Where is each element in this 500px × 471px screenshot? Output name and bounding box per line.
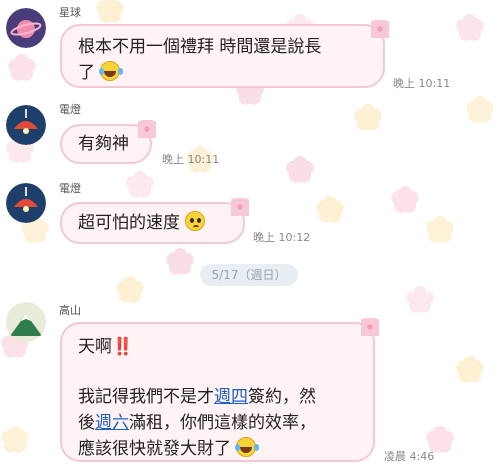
- grinning-squinting-tears-emoji: [99, 61, 121, 81]
- lamp-icon: [6, 183, 46, 223]
- message-bubble[interactable]: 超可怕的速度: [60, 198, 249, 244]
- message-bubble[interactable]: 有夠神: [60, 120, 156, 164]
- flower-decoration-icon: [231, 198, 249, 216]
- flower-decoration-icon: [138, 120, 156, 138]
- message-text: 根本不用一個禮拜 時間還是說長: [78, 37, 322, 57]
- message-text: 超可怕的速度: [78, 213, 180, 233]
- avatar-lamp[interactable]: [6, 183, 46, 223]
- message-text: 了: [78, 63, 95, 83]
- message-bubble[interactable]: 根本不用一個禮拜 時間還是說長 了: [60, 20, 389, 88]
- flower-decoration-icon: [361, 318, 379, 336]
- timestamp: 凌晨 4:46: [384, 450, 435, 463]
- date-link-saturday[interactable]: 週六: [95, 413, 129, 433]
- avatar-planet[interactable]: [6, 8, 46, 48]
- mountain-icon: [6, 302, 46, 342]
- planet-icon: [6, 8, 46, 48]
- timestamp: 晚上 10:11: [393, 77, 451, 90]
- message-text: 天啊: [78, 337, 112, 357]
- message-text: 有夠神: [78, 134, 129, 154]
- date-separator: 5/17（週日）: [200, 264, 298, 286]
- sender-name: 高山: [59, 304, 81, 317]
- flower-decoration-icon: [371, 20, 389, 38]
- avatar-lamp[interactable]: [6, 105, 46, 145]
- timestamp: 晚上 10:11: [162, 153, 220, 166]
- grinning-squinting-tears-emoji: [235, 437, 257, 457]
- sender-name: 電燈: [59, 103, 81, 116]
- date-link-thursday[interactable]: 週四: [214, 387, 248, 407]
- message-text: 後: [78, 413, 95, 433]
- avatar-mountain[interactable]: [6, 302, 46, 342]
- sender-name: 星球: [59, 6, 81, 19]
- lamp-icon: [6, 105, 46, 145]
- message-text: 滿租，你們這樣的效率，: [129, 413, 316, 433]
- message-bubble[interactable]: 天啊‼️ 我記得我們不是才週四簽約，然 後週六滿租，你們這樣的效率， 應該很快就…: [60, 318, 379, 462]
- sender-name: 電燈: [59, 182, 81, 195]
- message-text: 簽約，然: [248, 387, 316, 407]
- message-text: 應該很快就發大財了: [78, 439, 231, 459]
- holding-back-tears-emoji: [185, 211, 206, 231]
- double-exclamation-icon: ‼️: [112, 337, 134, 357]
- message-text: 我記得我們不是才: [78, 387, 214, 407]
- timestamp: 晚上 10:12: [253, 231, 311, 244]
